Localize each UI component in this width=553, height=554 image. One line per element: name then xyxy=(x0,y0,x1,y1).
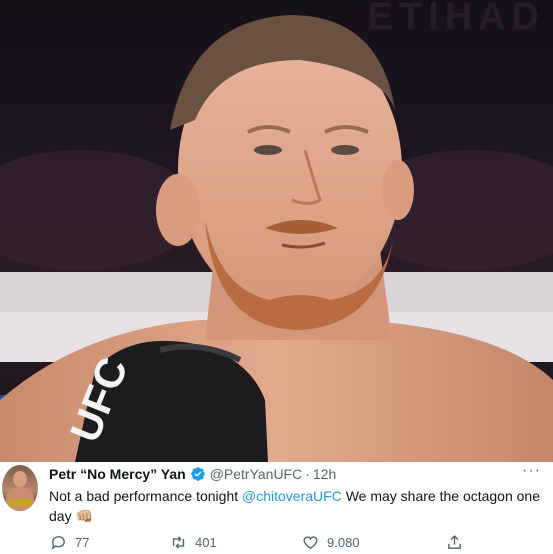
reply-icon xyxy=(51,536,65,550)
tweet-text: Not a bad performance tonight @chitovera… xyxy=(49,486,544,526)
tweet-text-start: Not a bad performance tonight xyxy=(49,488,243,504)
like-count: 9.080 xyxy=(327,535,360,550)
tweet-actions: 77 401 9.080 xyxy=(0,534,553,554)
arena-watermark: ETIHAD xyxy=(367,0,545,38)
header-separator: · xyxy=(305,466,310,482)
retweet-count: 401 xyxy=(195,535,217,550)
share-button[interactable] xyxy=(446,534,463,551)
avatar[interactable] xyxy=(2,465,38,511)
tweet-photo[interactable]: UFC ETIHAD xyxy=(0,0,553,462)
author-name[interactable]: Petr “No Mercy” Yan xyxy=(49,466,186,482)
reply-button[interactable]: 77 xyxy=(50,534,89,551)
reply-count: 77 xyxy=(75,535,90,550)
author-handle[interactable]: @PetrYanUFC xyxy=(210,466,303,482)
retweet-button[interactable]: 401 xyxy=(170,534,217,551)
more-options-icon[interactable]: ··· xyxy=(522,462,541,480)
verified-badge-icon xyxy=(190,467,205,481)
mention-link[interactable]: @chitoveraUFC xyxy=(242,488,342,504)
retweet-icon xyxy=(172,536,185,549)
heart-icon xyxy=(303,536,318,550)
fist-emoji: 👊🏼 xyxy=(75,508,93,524)
share-icon xyxy=(448,535,461,549)
tweet-header: Petr “No Mercy” Yan @PetrYanUFC · 12h xyxy=(49,465,336,483)
fighter-illustration: UFC xyxy=(0,15,553,462)
tweet-card: Petr “No Mercy” Yan @PetrYanUFC · 12h ··… xyxy=(0,462,553,553)
like-button[interactable]: 9.080 xyxy=(302,534,360,551)
tweet-timestamp[interactable]: 12h xyxy=(313,466,336,482)
